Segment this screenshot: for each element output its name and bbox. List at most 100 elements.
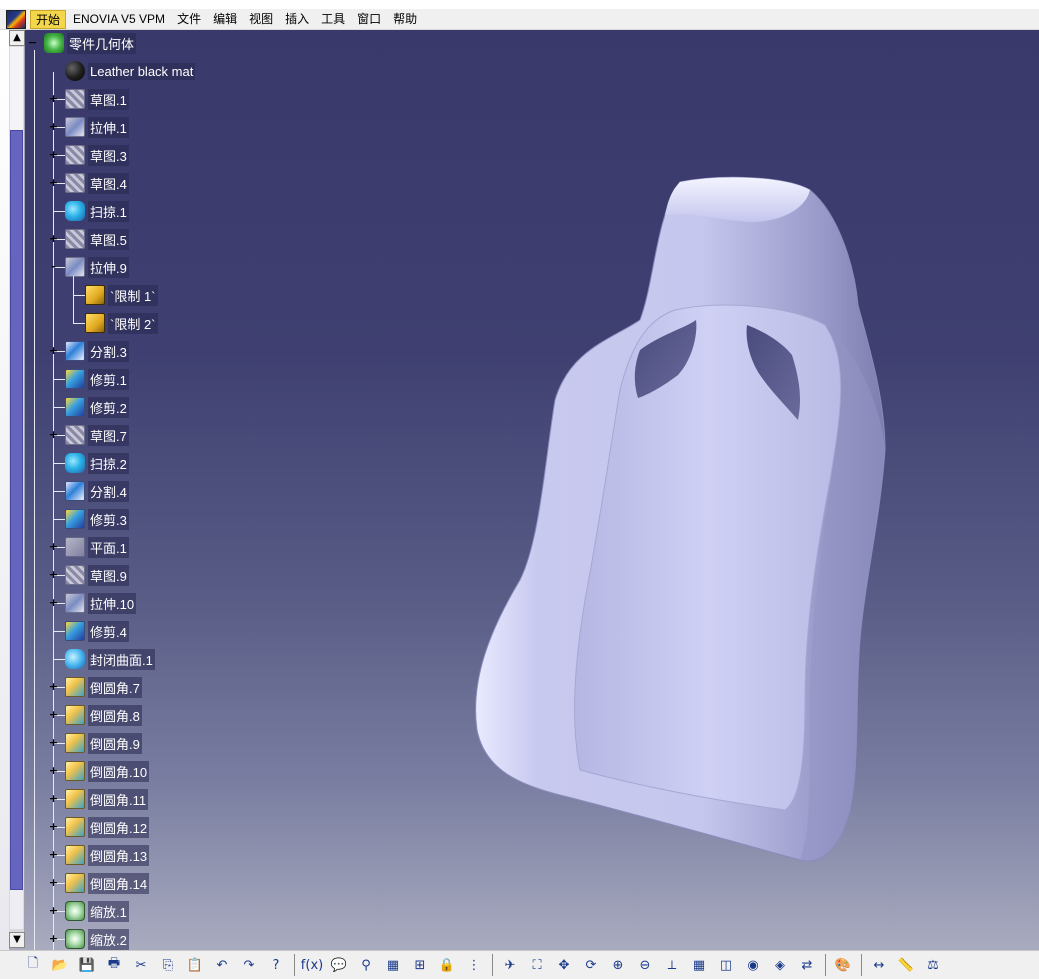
undo-icon[interactable]: ↶ [211, 954, 233, 976]
expand-icon[interactable]: + [48, 93, 59, 105]
expand-icon[interactable]: + [48, 905, 59, 917]
expand-icon[interactable]: + [48, 849, 59, 861]
tree-item[interactable]: 修剪.3 [65, 508, 129, 530]
menu-item[interactable]: ENOVIA V5 VPM [68, 10, 170, 29]
tree-item[interactable]: 倒圆角.8 [65, 704, 142, 726]
tree-item[interactable]: 修剪.1 [65, 368, 129, 390]
menu-item[interactable]: 插入 [280, 10, 314, 29]
tree-item[interactable]: 分割.3 [65, 340, 129, 362]
seat-3d-model[interactable] [460, 160, 900, 880]
expand-icon[interactable]: + [48, 737, 59, 749]
menu-item[interactable]: 工具 [316, 10, 350, 29]
collapse-icon[interactable]: - [48, 261, 59, 273]
expand-icon[interactable]: + [48, 429, 59, 441]
expand-icon[interactable]: + [48, 877, 59, 889]
expand-icon[interactable]: + [48, 681, 59, 693]
expand-icon[interactable]: + [48, 709, 59, 721]
cut-icon[interactable]: ✂ [130, 954, 152, 976]
expand-icon[interactable]: + [48, 541, 59, 553]
apply-material-icon[interactable]: 🎨 [832, 954, 854, 976]
new-icon[interactable]: 🗋 [22, 954, 44, 976]
formula-icon[interactable]: f(x) [301, 954, 323, 976]
tree-item[interactable]: 倒圆角.11 [65, 788, 149, 810]
menu-item[interactable]: 文件 [172, 10, 206, 29]
tree-item[interactable]: 倒圆角.10 [65, 760, 150, 782]
expand-icon[interactable]: + [48, 345, 59, 357]
swap-icon[interactable]: ⇄ [796, 954, 818, 976]
scroll-down-arrow-icon[interactable]: ▼ [9, 932, 25, 948]
scroll-up-arrow-icon[interactable]: ▲ [9, 30, 25, 46]
tree-item-material[interactable]: Leather black mat [65, 60, 196, 82]
menu-item[interactable]: 窗口 [352, 10, 386, 29]
expand-icon[interactable]: + [48, 765, 59, 777]
tree-item[interactable]: 缩放.2 [65, 928, 129, 950]
copy-icon[interactable]: ⎘ [157, 954, 179, 976]
open-icon[interactable]: 📂 [49, 954, 71, 976]
table-icon[interactable]: ▦ [382, 954, 404, 976]
tree-item[interactable]: 封闭曲面.1 [65, 648, 155, 670]
scroll-thumb[interactable] [10, 130, 23, 890]
menu-item[interactable]: 帮助 [388, 10, 422, 29]
expand-icon[interactable]: + [48, 177, 59, 189]
shading-icon[interactable]: ◉ [742, 954, 764, 976]
save-icon[interactable]: 💾 [76, 954, 98, 976]
tree-item[interactable]: 拉伸.10 [65, 592, 137, 614]
expand-icon[interactable]: + [48, 933, 59, 945]
iso-view-icon[interactable]: ◫ [715, 954, 737, 976]
fit-all-icon[interactable]: ⛶ [526, 954, 548, 976]
measure-between-icon[interactable]: ↔ [868, 954, 890, 976]
expand-icon[interactable]: + [48, 149, 59, 161]
tree-item[interactable]: 草图.1 [65, 88, 129, 110]
menu-item[interactable]: 视图 [244, 10, 278, 29]
zoom-out-icon[interactable]: ⊖ [634, 954, 656, 976]
tree-item[interactable]: 平面.1 [65, 536, 129, 558]
zoom-in-icon[interactable]: ⊕ [607, 954, 629, 976]
multi-view-icon[interactable]: ▦ [688, 954, 710, 976]
tree-item[interactable]: 拉伸.1 [65, 116, 129, 138]
tree-item[interactable]: 草图.4 [65, 172, 129, 194]
normal-view-icon[interactable]: ⟂ [661, 954, 683, 976]
comment-icon[interactable]: 💬 [328, 954, 350, 976]
whats-this-icon[interactable]: ? [265, 954, 287, 976]
tree-item[interactable]: 修剪.4 [65, 620, 129, 642]
tree-item[interactable]: 修剪.2 [65, 396, 129, 418]
tree-item[interactable]: 倒圆角.14 [65, 872, 150, 894]
tree-item[interactable]: `限制 1` [85, 284, 158, 306]
collapse-icon[interactable]: − [27, 37, 38, 49]
tree-item[interactable]: 拉伸.9 [65, 256, 129, 278]
menu-item[interactable]: 开始 [30, 9, 67, 29]
tree-item[interactable]: 倒圆角.12 [65, 816, 150, 838]
fly-icon[interactable]: ✈ [499, 954, 521, 976]
tree-item[interactable]: 草图.3 [65, 144, 129, 166]
pan-icon[interactable]: ✥ [553, 954, 575, 976]
knowledge-icon[interactable]: ⚲ [355, 954, 377, 976]
expand-icon[interactable]: + [48, 121, 59, 133]
tree-root-node[interactable]: − 零件几何体 [27, 32, 137, 54]
paste-icon[interactable]: 📋 [184, 954, 206, 976]
tree-item[interactable]: 草图.7 [65, 424, 129, 446]
tree-item[interactable]: 倒圆角.9 [65, 732, 142, 754]
expand-icon[interactable]: + [48, 793, 59, 805]
catia-app-icon[interactable] [6, 9, 26, 29]
tree-item[interactable]: 草图.9 [65, 564, 129, 586]
menu-item[interactable]: 编辑 [208, 10, 242, 29]
rotate-icon[interactable]: ⟳ [580, 954, 602, 976]
expand-icon[interactable]: + [48, 821, 59, 833]
catalog-icon[interactable]: ⋮ [463, 954, 485, 976]
tree-item[interactable]: `限制 2` [85, 312, 158, 334]
tree-item[interactable]: 扫掠.2 [65, 452, 129, 474]
expand-icon[interactable]: + [48, 233, 59, 245]
hide-show-icon[interactable]: ◈ [769, 954, 791, 976]
lock-icon[interactable]: 🔒 [436, 954, 458, 976]
tree-item[interactable]: 缩放.1 [65, 900, 129, 922]
measure-inertia-icon[interactable]: ⚖ [922, 954, 944, 976]
tree-scrollbar[interactable]: ▲ ▼ [9, 30, 25, 948]
expand-icon[interactable]: + [48, 597, 59, 609]
redo-icon[interactable]: ↷ [238, 954, 260, 976]
tree-icon[interactable]: ⊞ [409, 954, 431, 976]
tree-item[interactable]: 倒圆角.13 [65, 844, 150, 866]
print-icon[interactable]: 🖶 [103, 954, 125, 976]
tree-item[interactable]: 倒圆角.7 [65, 676, 142, 698]
tree-item[interactable]: 分割.4 [65, 480, 129, 502]
expand-icon[interactable]: + [48, 569, 59, 581]
